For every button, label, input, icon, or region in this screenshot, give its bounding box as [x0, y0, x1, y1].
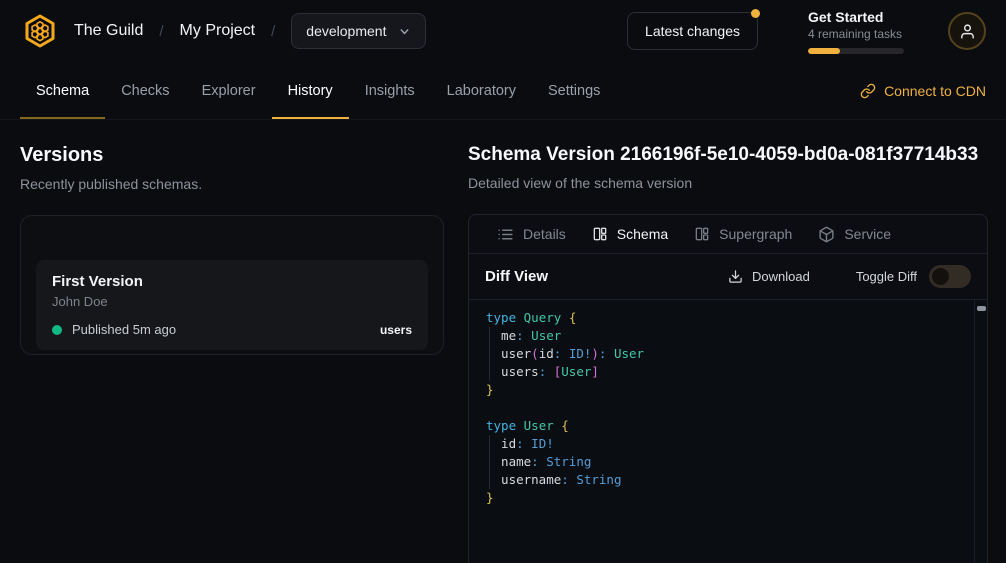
breadcrumb-project[interactable]: My Project — [180, 22, 256, 40]
link-icon — [860, 83, 876, 99]
schema-version-column: Schema Version 2166196f-5e10-4059-bd0a-0… — [468, 144, 988, 563]
code-line: id: ID! — [486, 435, 969, 453]
code-line: users: [User] — [486, 363, 969, 381]
nav-tab-underline — [272, 117, 349, 120]
code-line: me: User — [486, 327, 969, 345]
list-icon — [497, 226, 514, 243]
get-started-subtitle: 4 remaining tasks — [808, 27, 904, 41]
version-name: First Version — [52, 273, 412, 290]
code-scrollbar-thumb[interactable] — [977, 306, 986, 311]
nav-tab-schema[interactable]: Schema — [20, 62, 105, 119]
nav-tab-label: Schema — [36, 83, 89, 99]
code-line: type Query { — [486, 309, 969, 327]
panel-tab-supergraph[interactable]: Supergraph — [681, 215, 805, 253]
latest-changes-button[interactable]: Latest changes — [627, 12, 758, 50]
user-avatar-button[interactable] — [948, 12, 986, 50]
hive-logo-icon[interactable] — [20, 11, 60, 51]
box-icon — [818, 226, 835, 243]
nav-tab-laboratory[interactable]: Laboratory — [431, 62, 532, 119]
version-item[interactable]: First Version John Doe Published 5m ago use… — [36, 260, 428, 350]
code-line: } — [486, 489, 969, 507]
code-line: username: String — [486, 471, 969, 489]
nav-tab-underline — [186, 117, 272, 120]
nav-tab-label: Laboratory — [447, 83, 516, 99]
chevron-down-icon — [398, 25, 411, 38]
main-content: Versions Recently published schemas. Fir… — [0, 120, 1006, 563]
code-lines: type Query { me: User user(id: ID!): Use… — [486, 309, 969, 507]
nav-tab-label: History — [288, 83, 333, 99]
breadcrumb-separator: / — [271, 23, 275, 40]
versions-title: Versions — [20, 144, 444, 167]
panel-tab-service[interactable]: Service — [805, 215, 904, 253]
panel-tabs: Details Schema Supergraph Service — [469, 215, 987, 254]
columns-icon — [694, 226, 710, 242]
schema-version-title: Schema Version 2166196f-5e10-4059-bd0a-0… — [468, 144, 988, 166]
nav-tab-underline — [431, 117, 532, 120]
get-started-widget[interactable]: Get Started 4 remaining tasks — [808, 9, 904, 54]
nav-tab-label: Checks — [121, 83, 169, 99]
panel-tab-label: Service — [844, 226, 891, 242]
connect-to-cdn-label: Connect to CDN — [884, 83, 986, 99]
diff-actions: Download Toggle Diff — [728, 265, 971, 288]
nav-tab-label: Insights — [365, 83, 415, 99]
versions-card: First Version John Doe Published 5m ago use… — [20, 215, 444, 355]
download-icon — [728, 269, 743, 284]
published-status-dot — [52, 325, 62, 335]
version-status: Published 5m ago — [72, 322, 176, 337]
nav-tab-label: Settings — [548, 83, 600, 99]
schema-code-viewer: type Query { me: User user(id: ID!): Use… — [469, 300, 987, 563]
user-icon — [959, 23, 976, 40]
nav-tab-settings[interactable]: Settings — [532, 62, 616, 119]
main-nav: Schema Checks Explorer History Insights Labor… — [0, 62, 1006, 120]
get-started-progress-bar — [808, 48, 904, 54]
nav-tab-underline — [20, 117, 105, 120]
nav-tab-insights[interactable]: Insights — [349, 62, 431, 119]
nav-tab-checks[interactable]: Checks — [105, 62, 185, 119]
latest-changes-label: Latest changes — [645, 23, 740, 39]
panel-tab-schema[interactable]: Schema — [579, 215, 681, 253]
panel-tab-label: Schema — [617, 226, 668, 242]
toggle-diff-switch[interactable] — [929, 265, 971, 288]
toggle-diff-label: Toggle Diff — [856, 269, 917, 284]
nav-tab-label: Explorer — [202, 83, 256, 99]
get-started-progress-fill — [808, 48, 840, 54]
breadcrumb-separator: / — [159, 23, 163, 40]
code-line: } — [486, 381, 969, 399]
code-line: name: String — [486, 453, 969, 471]
code-line — [486, 399, 969, 417]
schema-version-panel: Details Schema Supergraph Service Diff View… — [468, 214, 988, 563]
version-service-badge: users — [380, 323, 412, 337]
code-line: type User { — [486, 417, 969, 435]
target-selector-dropdown[interactable]: development — [291, 13, 426, 49]
toggle-diff-knob — [932, 268, 949, 285]
panel-tab-label: Supergraph — [719, 226, 792, 242]
version-meta: Published 5m ago users — [52, 322, 412, 337]
nav-tab-history[interactable]: History — [272, 62, 349, 119]
connect-to-cdn-link[interactable]: Connect to CDN — [860, 62, 986, 119]
download-label: Download — [752, 269, 810, 284]
columns-icon — [592, 226, 608, 242]
panel-tab-label: Details — [523, 226, 566, 242]
download-button[interactable]: Download — [728, 269, 810, 284]
diff-view-title: Diff View — [485, 268, 548, 285]
code-scrollbar — [974, 300, 987, 563]
breadcrumb-org[interactable]: The Guild — [74, 22, 143, 40]
target-selector-value: development — [306, 23, 386, 39]
panel-tab-details[interactable]: Details — [484, 215, 579, 253]
schema-version-subtitle: Detailed view of the schema version — [468, 175, 988, 191]
code-line: user(id: ID!): User — [486, 345, 969, 363]
diff-toolbar: Diff View Download Toggle Diff — [469, 254, 987, 300]
versions-subtitle: Recently published schemas. — [20, 176, 444, 192]
versions-column: Versions Recently published schemas. Fir… — [20, 144, 444, 563]
version-list: First Version John Doe Published 5m ago use… — [36, 260, 428, 350]
nav-tab-underline — [349, 117, 431, 120]
nav-tab-underline — [532, 117, 616, 120]
nav-tab-explorer[interactable]: Explorer — [186, 62, 272, 119]
notification-dot — [751, 9, 760, 18]
top-header: The Guild / My Project / development Lat… — [0, 0, 1006, 62]
get-started-title: Get Started — [808, 9, 904, 25]
nav-tab-underline — [105, 117, 185, 120]
nav-tabs: Schema Checks Explorer History Insights Labor… — [20, 62, 616, 119]
version-author: John Doe — [52, 294, 412, 309]
